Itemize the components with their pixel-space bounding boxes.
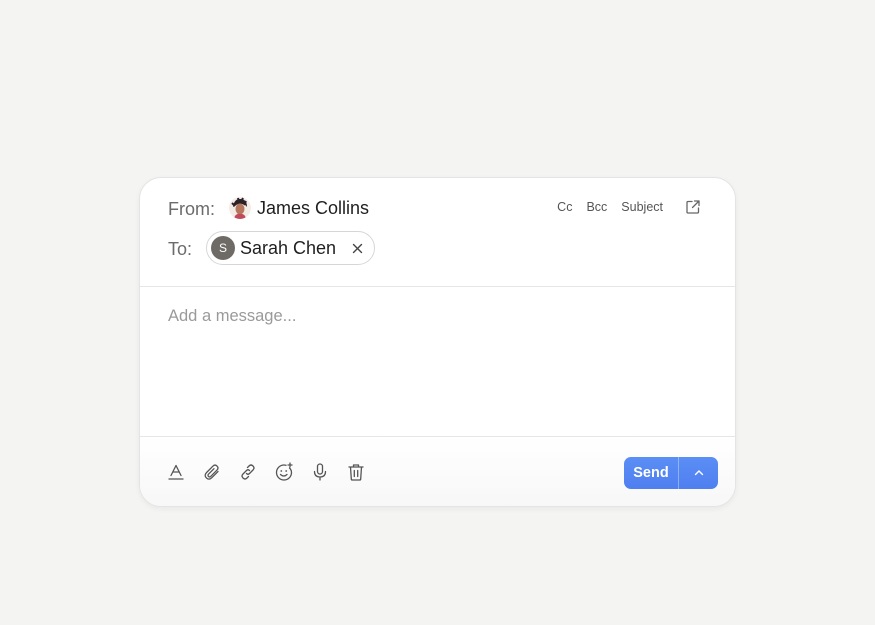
to-label: To:: [168, 239, 193, 259]
email-composer: From: James Collins To: S Sarah Chen Cc …: [139, 177, 736, 507]
send-button-group: Send: [624, 457, 718, 489]
composer-header: From: James Collins To: S Sarah Chen Cc …: [140, 178, 735, 287]
microphone-icon[interactable]: [310, 462, 330, 482]
link-icon[interactable]: [238, 462, 258, 482]
from-label: From:: [168, 199, 215, 219]
text-format-icon[interactable]: [166, 462, 186, 482]
recipient-chip[interactable]: S Sarah Chen: [206, 231, 376, 265]
message-area: [140, 287, 735, 437]
message-input[interactable]: [168, 307, 708, 417]
subject-button[interactable]: Subject: [621, 200, 663, 214]
bcc-button[interactable]: Bcc: [586, 200, 607, 214]
sender[interactable]: James Collins: [229, 197, 369, 219]
sender-name: James Collins: [257, 197, 370, 218]
send-options-button[interactable]: [679, 457, 718, 489]
cc-button[interactable]: Cc: [557, 200, 572, 214]
trash-icon[interactable]: [346, 462, 366, 482]
emoji-icon[interactable]: [274, 462, 294, 482]
recipient-name: Sarah Chen: [240, 237, 337, 258]
header-actions: Cc Bcc Subject: [557, 199, 701, 215]
attachment-icon[interactable]: [202, 462, 222, 482]
external-link-icon[interactable]: [685, 199, 701, 215]
toolbar-tools: [166, 462, 366, 482]
sender-avatar: [229, 197, 251, 219]
send-button[interactable]: Send: [624, 457, 679, 489]
close-icon[interactable]: [350, 241, 364, 255]
composer-toolbar: Send: [140, 437, 735, 506]
recipient-avatar: S: [211, 236, 235, 260]
chevron-up-icon: [693, 467, 705, 479]
